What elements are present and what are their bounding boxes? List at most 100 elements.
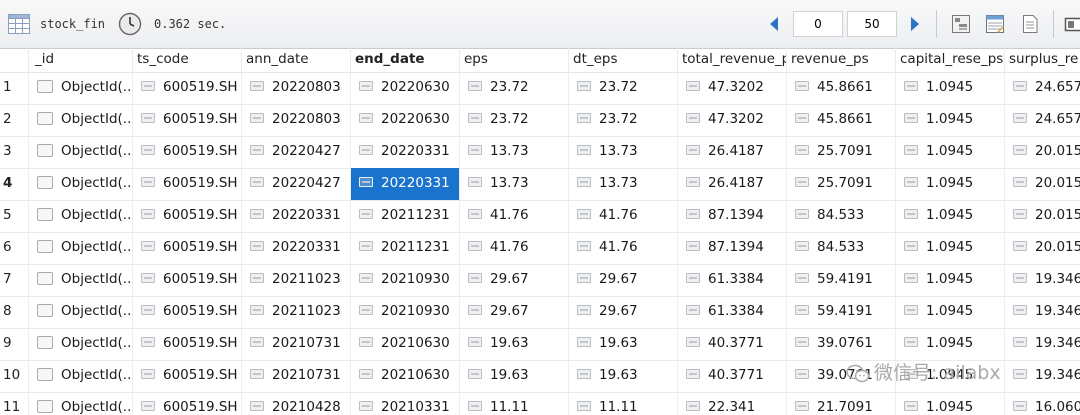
cell-eps[interactable]: 13.73	[459, 168, 568, 200]
cell-id[interactable]: ObjectId(...	[28, 72, 132, 104]
cell-end-date[interactable]: 20210930	[350, 296, 459, 328]
cell-total-revenue-ps[interactable]: 87.1394	[677, 200, 786, 232]
table-row[interactable]: 8 ObjectId(... 600519.SH 20211023 20210930 29…	[0, 296, 1080, 329]
cell-id[interactable]: ObjectId(...	[28, 168, 132, 200]
cell-total-revenue-ps[interactable]: 87.1394	[677, 232, 786, 264]
column-header-eps[interactable]: eps	[459, 48, 568, 72]
cell-revenue-ps[interactable]: 84.533	[786, 232, 895, 264]
cell-revenue-ps[interactable]: 39.0761	[786, 328, 895, 360]
column-header-revenue-ps[interactable]: revenue_ps	[786, 48, 895, 72]
table-row[interactable]: 1 ObjectId(... 600519.SH 20220803 20220630 23…	[0, 72, 1080, 105]
cell-ts-code[interactable]: 600519.SH	[132, 136, 241, 168]
cell-ts-code[interactable]: 600519.SH	[132, 72, 241, 104]
cell-dt-eps[interactable]: 29.67	[568, 296, 677, 328]
cell-end-date[interactable]: 20210630	[350, 360, 459, 392]
cell-end-date[interactable]: 20210930	[350, 264, 459, 296]
cell-total-revenue-ps[interactable]: 47.3202	[677, 104, 786, 136]
cell-ts-code[interactable]: 600519.SH	[132, 232, 241, 264]
cell-total-revenue-ps[interactable]: 40.3771	[677, 328, 786, 360]
cell-eps[interactable]: 23.72	[459, 72, 568, 104]
cell-end-date[interactable]: 20220331	[350, 168, 459, 200]
table-row[interactable]: 2 ObjectId(... 600519.SH 20220803 20220630 23…	[0, 104, 1080, 137]
table-view-icon[interactable]	[984, 13, 1006, 35]
cell-id[interactable]: ObjectId(...	[28, 104, 132, 136]
cell-ann-date[interactable]: 20210731	[241, 360, 350, 392]
column-header-ts-code[interactable]: ts_code	[132, 48, 241, 72]
cell-revenue-ps[interactable]: 21.7091	[786, 392, 895, 415]
cell-capital-rese-ps[interactable]: 1.0945	[895, 232, 1004, 264]
panel-icon[interactable]	[1062, 13, 1080, 35]
cell-surplus-re[interactable]: 19.346	[1004, 264, 1080, 296]
cell-capital-rese-ps[interactable]: 1.0945	[895, 136, 1004, 168]
cell-end-date[interactable]: 20210331	[350, 392, 459, 415]
cell-dt-eps[interactable]: 41.76	[568, 232, 677, 264]
cell-ts-code[interactable]: 600519.SH	[132, 392, 241, 415]
cell-ann-date[interactable]: 20220427	[241, 136, 350, 168]
cell-ts-code[interactable]: 600519.SH	[132, 104, 241, 136]
page-limit-input[interactable]	[847, 11, 897, 37]
cell-capital-rese-ps[interactable]: 1.0945	[895, 168, 1004, 200]
cell-capital-rese-ps[interactable]: 1.0945	[895, 264, 1004, 296]
cell-dt-eps[interactable]: 41.76	[568, 200, 677, 232]
table-row[interactable]: 9 ObjectId(... 600519.SH 20210731 20210630 19…	[0, 328, 1080, 361]
cell-dt-eps[interactable]: 29.67	[568, 264, 677, 296]
cell-eps[interactable]: 13.73	[459, 136, 568, 168]
cell-revenue-ps[interactable]: 59.4191	[786, 264, 895, 296]
page-offset-input[interactable]	[793, 11, 843, 37]
cell-surplus-re[interactable]: 24.657	[1004, 72, 1080, 104]
cell-ann-date[interactable]: 20210731	[241, 328, 350, 360]
cell-eps[interactable]: 19.63	[459, 328, 568, 360]
table-row[interactable]: 6 ObjectId(... 600519.SH 20220331 20211231 41…	[0, 232, 1080, 265]
cell-dt-eps[interactable]: 11.11	[568, 392, 677, 415]
cell-end-date[interactable]: 20211231	[350, 200, 459, 232]
column-header-dt-eps[interactable]: dt_eps	[568, 48, 677, 72]
cell-id[interactable]: ObjectId(...	[28, 328, 132, 360]
cell-capital-rese-ps[interactable]: 1.0945	[895, 104, 1004, 136]
cell-dt-eps[interactable]: 19.63	[568, 328, 677, 360]
cell-ts-code[interactable]: 600519.SH	[132, 264, 241, 296]
cell-ts-code[interactable]: 600519.SH	[132, 296, 241, 328]
cell-ann-date[interactable]: 20220331	[241, 232, 350, 264]
cell-capital-rese-ps[interactable]: 1.0945	[895, 328, 1004, 360]
cell-eps[interactable]: 29.67	[459, 264, 568, 296]
cell-eps[interactable]: 19.63	[459, 360, 568, 392]
cell-revenue-ps[interactable]: 45.8661	[786, 104, 895, 136]
table-row[interactable]: 11 ObjectId(... 600519.SH 20210428 20210331 1…	[0, 392, 1080, 415]
text-view-icon[interactable]	[1019, 13, 1041, 35]
cell-capital-rese-ps[interactable]: 1.0945	[895, 296, 1004, 328]
cell-end-date[interactable]: 20220630	[350, 104, 459, 136]
cell-dt-eps[interactable]: 23.72	[568, 104, 677, 136]
cell-id[interactable]: ObjectId(...	[28, 200, 132, 232]
table-row[interactable]: 7 ObjectId(... 600519.SH 20211023 20210930 29…	[0, 264, 1080, 297]
cell-total-revenue-ps[interactable]: 40.3771	[677, 360, 786, 392]
column-header-end-date[interactable]: end_date	[350, 48, 459, 72]
cell-id[interactable]: ObjectId(...	[28, 232, 132, 264]
cell-ts-code[interactable]: 600519.SH	[132, 200, 241, 232]
cell-surplus-re[interactable]: 16.060	[1004, 392, 1080, 415]
table-row[interactable]: 4 ObjectId(... 600519.SH 20220427 20220331 13…	[0, 168, 1080, 201]
cell-dt-eps[interactable]: 23.72	[568, 72, 677, 104]
cell-surplus-re[interactable]: 20.015	[1004, 232, 1080, 264]
cell-end-date[interactable]: 20220630	[350, 72, 459, 104]
cell-capital-rese-ps[interactable]: 1.0945	[895, 72, 1004, 104]
cell-surplus-re[interactable]: 20.015	[1004, 136, 1080, 168]
cell-id[interactable]: ObjectId(...	[28, 296, 132, 328]
cell-id[interactable]: ObjectId(...	[28, 136, 132, 168]
cell-total-revenue-ps[interactable]: 26.4187	[677, 136, 786, 168]
cell-end-date[interactable]: 20220331	[350, 136, 459, 168]
cell-revenue-ps[interactable]: 84.533	[786, 200, 895, 232]
column-header-total-revenue-ps[interactable]: total_revenue_ps	[677, 48, 786, 72]
cell-capital-rese-ps[interactable]: 1.0945	[895, 392, 1004, 415]
cell-revenue-ps[interactable]: 25.7091	[786, 136, 895, 168]
cell-total-revenue-ps[interactable]: 47.3202	[677, 72, 786, 104]
cell-dt-eps[interactable]: 13.73	[568, 136, 677, 168]
cell-id[interactable]: ObjectId(...	[28, 360, 132, 392]
table-row[interactable]: 3 ObjectId(... 600519.SH 20220427 20220331 13…	[0, 136, 1080, 169]
cell-ts-code[interactable]: 600519.SH	[132, 168, 241, 200]
cell-ann-date[interactable]: 20210428	[241, 392, 350, 415]
cell-eps[interactable]: 41.76	[459, 200, 568, 232]
cell-surplus-re[interactable]: 20.015	[1004, 200, 1080, 232]
cell-revenue-ps[interactable]: 59.4191	[786, 296, 895, 328]
cell-eps[interactable]: 23.72	[459, 104, 568, 136]
cell-surplus-re[interactable]: 20.015	[1004, 168, 1080, 200]
